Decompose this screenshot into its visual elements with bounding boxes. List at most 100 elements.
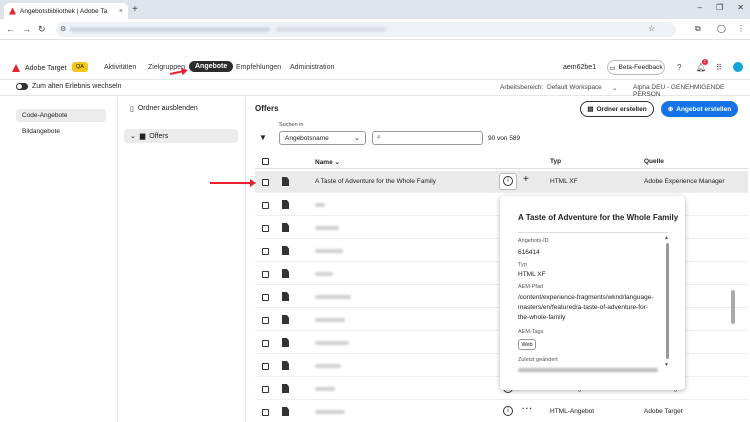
add-icon: ⊕: [667, 106, 674, 113]
offer-id-label: Angebots-ID: [518, 238, 549, 244]
row-checkbox[interactable]: [262, 386, 269, 393]
old-experience-toggle[interactable]: [16, 83, 28, 90]
create-folder-button[interactable]: ▤ Ordner erstellen: [580, 101, 654, 117]
more-actions-icon[interactable]: ···: [522, 404, 533, 413]
row-name[interactable]: A Taste of Adventure for the Whole Famil…: [315, 178, 436, 185]
row-checkbox[interactable]: [262, 248, 269, 255]
nav-activities[interactable]: Aktivitäten: [104, 64, 136, 71]
row-type: HTML-Angebot: [550, 408, 595, 415]
brand[interactable]: Adobe Target: [12, 64, 67, 72]
chevron-down-icon: ⌄: [354, 135, 360, 142]
hide-folders-button[interactable]: ▯ Ordner ausblenden: [130, 105, 198, 113]
property-label[interactable]: Alpha DEU - GENEHMIGENDE PERSON: [633, 84, 750, 98]
folder-icon: ▆: [139, 133, 146, 140]
row-checkbox[interactable]: [262, 225, 269, 232]
minimize-icon[interactable]: –: [698, 3, 702, 12]
info-icon[interactable]: i: [503, 176, 513, 186]
info-icon[interactable]: i: [503, 406, 513, 416]
row-checkbox[interactable]: [262, 271, 269, 278]
table-row[interactable]: i ··· HTML-Angebot Adobe Target: [255, 401, 748, 422]
row-checkbox[interactable]: [262, 202, 269, 209]
workspace-select[interactable]: Default Workspace: [547, 84, 602, 91]
new-tab-button[interactable]: +: [132, 4, 138, 15]
row-name-blurred: [315, 341, 349, 345]
reload-icon[interactable]: ↻: [38, 24, 46, 35]
table-row[interactable]: A Taste of Adventure for the Whole Famil…: [255, 171, 748, 193]
sidebar: Code-Angebote Bildangebote: [0, 97, 118, 422]
address-bar[interactable]: ⚙: [56, 22, 676, 37]
extensions-icon[interactable]: ⧉: [695, 24, 701, 34]
search-icon: ⌕: [377, 134, 381, 141]
notification-badge: 1: [702, 59, 708, 65]
aem-path-value: /content/experience-fragments/wknd/langu…: [518, 294, 654, 321]
result-count: 90 von 589: [488, 135, 521, 142]
chevron-down-icon[interactable]: ⌄: [612, 84, 617, 92]
adobe-favicon-icon: [9, 7, 16, 15]
sidebar-item-image-offers[interactable]: Bildangebote: [16, 125, 106, 138]
filter-icon[interactable]: ▼: [259, 133, 267, 142]
select-all-checkbox[interactable]: [262, 158, 269, 165]
last-modified-value-cut: [518, 368, 658, 372]
site-info-icon[interactable]: ⚙: [60, 25, 66, 33]
column-name-label: Name: [315, 159, 333, 166]
search-in-value: Angebotsname: [285, 135, 329, 142]
nav-recommendations[interactable]: Empfehlungen: [236, 64, 281, 71]
window-controls: – ❐ ✕: [698, 3, 744, 12]
document-icon: [282, 292, 289, 301]
row-source: Adobe Experience Manager: [644, 178, 725, 185]
search-input[interactable]: ⌕: [372, 131, 483, 145]
create-offer-button[interactable]: ⊕ Angebot erstellen: [661, 101, 738, 117]
nav-administration[interactable]: Administration: [290, 64, 334, 71]
avatar[interactable]: [733, 62, 743, 72]
offer-info-popover: A Taste of Adventure for the Whole Famil…: [500, 196, 685, 390]
scroll-up-icon[interactable]: ▲: [664, 235, 669, 241]
browser-tab[interactable]: Angebotsbibliothek | Adobe Ta ×: [4, 3, 128, 19]
profile-icon[interactable]: ◯: [717, 24, 726, 33]
add-icon[interactable]: +: [523, 174, 529, 185]
column-type-header[interactable]: Typ: [550, 158, 561, 165]
scroll-down-icon[interactable]: ▼: [664, 362, 669, 368]
table-scrollbar[interactable]: [731, 290, 735, 324]
column-source-header[interactable]: Quelle: [644, 158, 664, 165]
search-in-select[interactable]: Angebotsname ⌄: [279, 131, 366, 145]
row-checkbox[interactable]: [262, 340, 269, 347]
row-checkbox[interactable]: [262, 409, 269, 416]
row-name-blurred: [315, 364, 341, 368]
row-checkbox[interactable]: [262, 294, 269, 301]
document-icon: [282, 315, 289, 324]
close-window-icon[interactable]: ✕: [737, 3, 744, 12]
sidebar-item-code-offers[interactable]: Code-Angebote: [16, 109, 106, 122]
feedback-icon: ▭: [609, 64, 616, 72]
aem-path-label: AEM-Pfad: [518, 284, 544, 290]
search-in-label: Suchen in: [279, 122, 304, 128]
row-checkbox[interactable]: [262, 317, 269, 324]
folder-offers[interactable]: ⌄ ▆ Offers: [124, 129, 238, 143]
maximize-icon[interactable]: ❐: [716, 3, 723, 12]
column-name-header[interactable]: Name ⌄: [315, 158, 340, 166]
document-icon: [282, 223, 289, 232]
forward-arrow-icon[interactable]: →: [22, 24, 31, 34]
annotation-arrow-row: [210, 179, 256, 187]
beta-feedback-button[interactable]: ▭ Beta-Feedback: [607, 60, 665, 75]
apps-grid-icon[interactable]: ⠿: [716, 63, 722, 72]
beta-feedback-label: Beta-Feedback: [618, 64, 663, 71]
document-icon: [282, 269, 289, 278]
tab-close-icon[interactable]: ×: [119, 8, 123, 15]
document-icon: [282, 361, 289, 370]
popover-scrollbar[interactable]: [666, 243, 669, 359]
user-name: aem62be1: [563, 64, 597, 71]
row-checkbox[interactable]: [262, 179, 269, 186]
popover-divider: [518, 232, 668, 233]
row-checkbox[interactable]: [262, 363, 269, 370]
row-name-blurred: [315, 203, 325, 207]
folder-panel: ▯ Ordner ausblenden ⌄ ▆ Offers: [118, 97, 246, 422]
adobe-logo-icon: [12, 64, 20, 72]
bookmark-star-icon[interactable]: ☆: [648, 24, 655, 33]
nav-offers[interactable]: Angebote: [189, 61, 234, 72]
back-arrow-icon[interactable]: ←: [6, 24, 15, 34]
help-icon[interactable]: ?: [677, 63, 681, 72]
browser-menu-icon[interactable]: ⋮: [737, 24, 745, 33]
row-name-blurred: [315, 272, 333, 276]
document-icon: [282, 338, 289, 347]
chevron-down-icon[interactable]: ⌄: [130, 132, 136, 140]
